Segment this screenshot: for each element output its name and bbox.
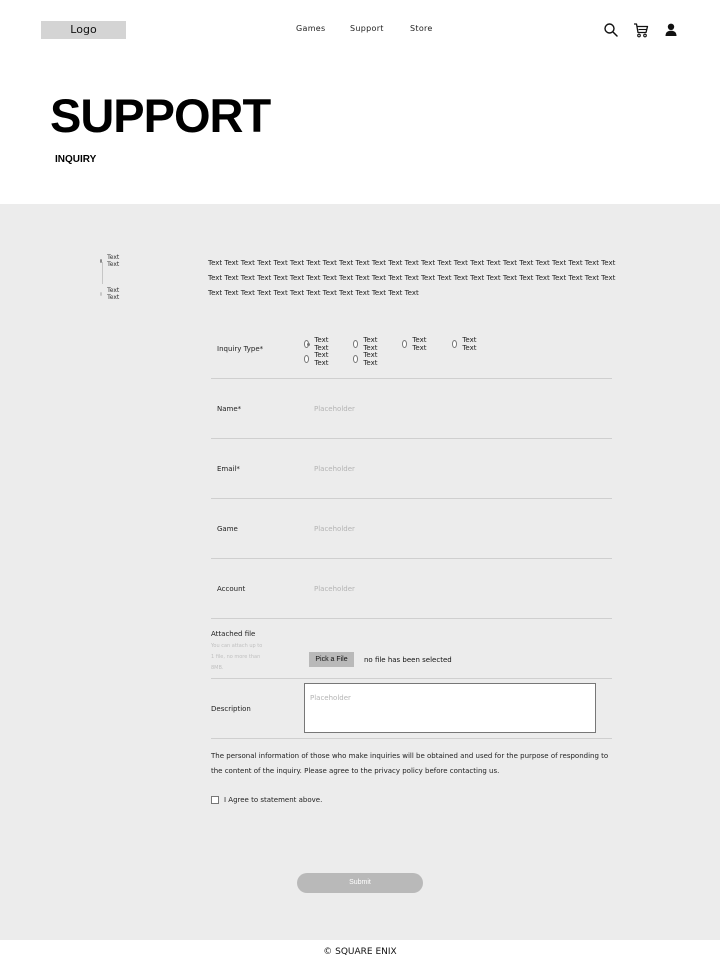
nav-games[interactable]: Games	[296, 24, 336, 33]
option-label: Text Text	[462, 336, 477, 352]
radio[interactable]	[452, 340, 458, 348]
game-field[interactable]: Placeholder	[314, 525, 355, 533]
description-textarea[interactable]: Placeholder	[304, 683, 596, 733]
game-label: Game	[217, 525, 238, 533]
radio[interactable]	[353, 355, 359, 363]
option-label: Text Text	[363, 336, 378, 352]
agree-label: I Agree to statement above.	[224, 796, 323, 804]
attached-file-row: Attached file You can attach up to 1 fil…	[211, 619, 612, 679]
nav-support[interactable]: Support	[350, 24, 390, 33]
inquiry-option[interactable]: Text Text	[402, 336, 429, 352]
page-subtitle: INQUIRY	[55, 154, 97, 165]
name-row[interactable]: Name* Placeholder	[211, 379, 612, 439]
step-dot	[100, 292, 103, 296]
radio[interactable]	[353, 340, 359, 348]
account-label: Account	[217, 585, 246, 593]
support-section: Text Text Text Text Text Text Text Text …	[0, 204, 720, 940]
page-title: SUPPORT	[50, 89, 271, 142]
search-icon[interactable]	[603, 22, 619, 38]
cart-icon[interactable]	[633, 22, 649, 38]
email-row[interactable]: Email* Placeholder	[211, 439, 612, 499]
account-row[interactable]: Account Placeholder	[211, 559, 612, 619]
inquiry-option[interactable]: Text Text	[353, 351, 380, 367]
description-row: Description Placeholder	[211, 679, 612, 739]
name-field[interactable]: Placeholder	[314, 405, 355, 413]
radio-selected[interactable]	[304, 340, 310, 348]
attached-file-label: Attached file	[211, 630, 256, 638]
radio[interactable]	[402, 340, 408, 348]
page: Logo Games Support Store SUPPORT INQUIRY…	[0, 0, 720, 965]
option-label: Text Text	[314, 351, 329, 367]
step-label: Text Text	[107, 287, 120, 301]
description-placeholder: Placeholder	[310, 694, 351, 702]
step-label: Text Text	[107, 254, 120, 268]
step-item[interactable]: Text Text	[100, 254, 121, 268]
nav-store[interactable]: Store	[410, 24, 450, 33]
step-item[interactable]: Text Text	[100, 287, 121, 301]
option-label: Text Text	[412, 336, 427, 352]
email-label: Email*	[217, 465, 240, 473]
game-row[interactable]: Game Placeholder	[211, 499, 612, 559]
agree-checkbox-row[interactable]: I Agree to statement above.	[211, 796, 322, 804]
option-label: Text Text	[314, 336, 329, 352]
inquiry-option[interactable]: Text Text	[304, 336, 331, 352]
inquiry-option[interactable]: Text Text	[353, 336, 380, 352]
email-field[interactable]: Placeholder	[314, 465, 355, 473]
privacy-statement: The personal information of those who ma…	[211, 752, 609, 775]
file-status: no file has been selected	[364, 656, 452, 664]
intro-text: Text Text Text Text Text Text Text Text …	[208, 259, 616, 297]
attached-file-hint: You can attach up to 1 file, no more tha…	[211, 643, 263, 671]
option-label: Text Text	[363, 351, 378, 367]
radio[interactable]	[304, 355, 310, 363]
account-field[interactable]: Placeholder	[314, 585, 355, 593]
header: Logo Games Support Store	[0, 0, 720, 60]
footer-copyright: © SQUARE ENIX	[323, 947, 397, 957]
logo[interactable]: Logo	[41, 21, 126, 39]
submit-button[interactable]: Submit	[297, 873, 423, 893]
agree-checkbox[interactable]	[211, 796, 219, 804]
user-icon[interactable]	[663, 22, 679, 38]
pick-file-button[interactable]: Pick a File	[309, 652, 354, 667]
description-label: Description	[211, 705, 251, 713]
name-label: Name*	[217, 405, 242, 413]
inquiry-option[interactable]: Text Text	[452, 336, 479, 352]
inquiry-type-label: Inquiry Type*	[217, 345, 264, 353]
step-connector	[102, 262, 103, 284]
inquiry-option[interactable]: Text Text	[304, 351, 331, 367]
